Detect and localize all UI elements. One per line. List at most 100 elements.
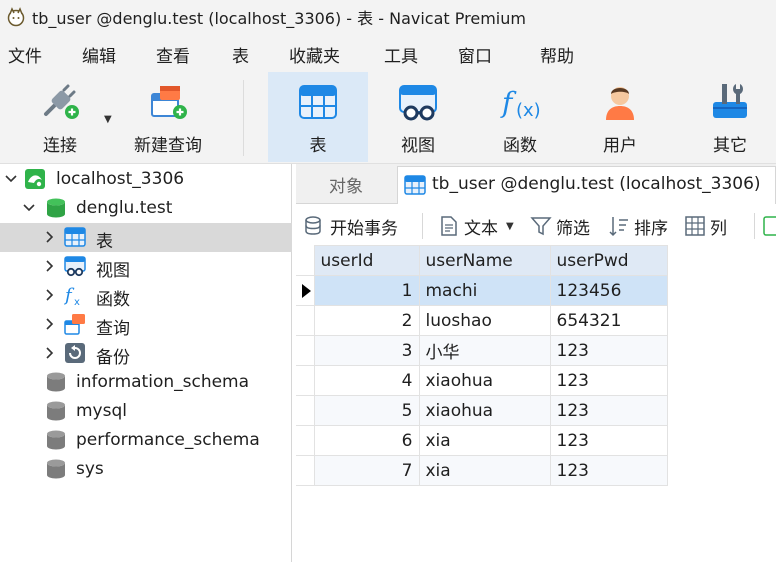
cell-username[interactable]: luoshao [418, 305, 551, 336]
add-record-icon[interactable] [762, 215, 776, 237]
chevron-right-icon[interactable] [42, 317, 56, 331]
cell-userpwd[interactable]: 123 [549, 425, 668, 456]
chevron-down-icon[interactable] [4, 172, 18, 186]
chevron-right-icon[interactable] [42, 346, 56, 360]
data-table: userId userName userPwd 1 machi 123456 2… [296, 245, 668, 486]
svg-text:f: f [500, 86, 517, 119]
tree-database-information-schema[interactable]: information_schema [0, 368, 292, 397]
tree-functions[interactable]: f x 函数 [0, 281, 292, 310]
table-label: 表 [309, 136, 327, 156]
database-icon [47, 459, 65, 479]
menu-edit[interactable]: 编辑 [82, 42, 116, 67]
tree-database-sys[interactable]: sys [0, 455, 292, 484]
user-button[interactable]: 用户 [580, 72, 660, 162]
chevron-down-icon[interactable]: ▼ [506, 221, 514, 232]
tab-tb-user[interactable]: tb_user @denglu.test (localhost_3306) [397, 166, 776, 204]
cell-userid[interactable]: 7 [313, 455, 420, 486]
menu-help[interactable]: 帮助 [540, 42, 574, 67]
text-label: 文本 [464, 218, 498, 239]
cell-username[interactable]: xiaohua [418, 395, 551, 426]
menu-file[interactable]: 文件 [8, 42, 42, 67]
column-header-username[interactable]: userName [418, 245, 551, 276]
menu-tools[interactable]: 工具 [384, 42, 418, 67]
tree-views[interactable]: 视图 [0, 252, 292, 281]
columns-label: 列 [710, 218, 727, 239]
tab-objects[interactable]: 对象 [296, 164, 396, 204]
database-label: denglu.test [76, 198, 173, 218]
cell-userpwd[interactable]: 123 [549, 335, 668, 366]
window-title: tb_user @denglu.test (localhost_3306) - … [32, 9, 526, 28]
tree-connection[interactable]: localhost_3306 [0, 165, 292, 194]
tree-backups[interactable]: 备份 [0, 339, 292, 368]
table-row[interactable]: 7 xia 123 [296, 455, 668, 486]
user-icon [606, 87, 634, 120]
tree-item-label: 查询 [96, 319, 130, 339]
tree-database[interactable]: denglu.test [0, 194, 292, 223]
menu-favorites[interactable]: 收藏夹 [289, 42, 340, 67]
cell-userpwd[interactable]: 123 [549, 395, 668, 426]
tree-database-performance-schema[interactable]: performance_schema [0, 426, 292, 455]
tree-queries[interactable]: 查询 [0, 310, 292, 339]
function-icon: f x [64, 285, 80, 306]
cell-userid[interactable]: 2 [313, 305, 420, 336]
mysql-connection-icon [25, 169, 45, 189]
row-marker [296, 395, 315, 426]
table-button[interactable]: 表 [268, 72, 368, 162]
cell-userpwd[interactable]: 123 [549, 455, 668, 486]
table-icon [64, 227, 86, 247]
sort-button[interactable]: 排序 [608, 213, 668, 239]
connect-dropdown-icon[interactable]: ▼ [104, 114, 112, 125]
menu-window[interactable]: 窗口 [458, 42, 492, 67]
cell-userpwd[interactable]: 123456 [549, 275, 668, 306]
table-row[interactable]: 1 machi 123456 [296, 275, 668, 306]
chevron-right-icon[interactable] [42, 288, 56, 302]
svg-text:x: x [74, 297, 80, 306]
cell-userid[interactable]: 3 [313, 335, 420, 366]
tree-tables[interactable]: 表 [0, 223, 292, 252]
function-icon: f (x) [500, 86, 541, 121]
chevron-right-icon[interactable] [42, 259, 56, 273]
view-label: 视图 [401, 136, 435, 156]
toolbar-divider [422, 213, 423, 239]
text-button[interactable]: 文本 ▼ [438, 213, 514, 239]
chevron-right-icon[interactable] [42, 230, 56, 244]
column-header-userid[interactable]: userId [313, 245, 420, 276]
columns-button[interactable]: 列 [684, 213, 727, 239]
other-button[interactable]: 其它 [690, 72, 770, 162]
cell-userid[interactable]: 4 [313, 365, 420, 396]
table-row[interactable]: 4 xiaohua 123 [296, 365, 668, 396]
cell-userid[interactable]: 1 [313, 275, 420, 306]
table-row[interactable]: 6 xia 123 [296, 425, 668, 456]
new-query-button[interactable]: 新建查询 [128, 72, 208, 162]
cell-username[interactable]: xiaohua [418, 365, 551, 396]
menu-bar: 文件 编辑 查看 表 收藏夹 工具 窗口 帮助 [0, 34, 776, 72]
cell-userpwd[interactable]: 123 [549, 365, 668, 396]
cell-userid[interactable]: 6 [313, 425, 420, 456]
cell-username[interactable]: xia [418, 425, 551, 456]
table-header-row: userId userName userPwd [296, 245, 668, 276]
cell-username[interactable]: 小华 [418, 335, 551, 366]
begin-transaction-button[interactable]: 开始事务 [304, 213, 398, 239]
function-label: 函数 [503, 136, 537, 156]
cell-username[interactable]: xia [418, 455, 551, 486]
menu-view[interactable]: 查看 [156, 42, 190, 67]
function-button[interactable]: f (x) 函数 [480, 72, 560, 162]
table-row[interactable]: 3 小华 123 [296, 335, 668, 366]
tree-database-mysql[interactable]: mysql [0, 397, 292, 426]
tree-item-label: 函数 [96, 290, 130, 310]
view-button[interactable]: 视图 [378, 72, 458, 162]
database-icon [47, 430, 65, 450]
database-transaction-icon [305, 216, 321, 235]
cell-username[interactable]: machi [418, 275, 551, 306]
column-header-userpwd[interactable]: userPwd [549, 245, 668, 276]
filter-button[interactable]: 筛选 [530, 213, 590, 239]
table-row[interactable]: 2 luoshao 654321 [296, 305, 668, 336]
view-icon [64, 256, 86, 277]
connect-button[interactable]: 连接 [20, 72, 100, 162]
cell-userid[interactable]: 5 [313, 395, 420, 426]
menu-table[interactable]: 表 [232, 42, 249, 67]
chevron-down-icon[interactable] [22, 201, 36, 215]
title-bar: tb_user @denglu.test (localhost_3306) - … [0, 0, 776, 34]
table-row[interactable]: 5 xiaohua 123 [296, 395, 668, 426]
cell-userpwd[interactable]: 654321 [549, 305, 668, 336]
